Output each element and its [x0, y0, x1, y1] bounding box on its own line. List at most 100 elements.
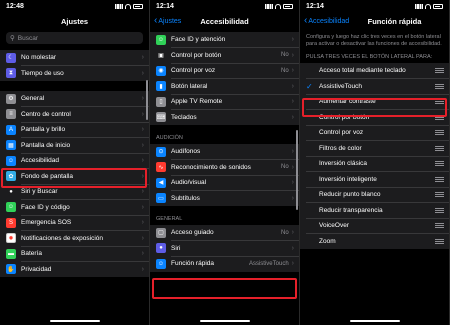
shortcut-option-label: Reducir transparencia: [319, 206, 383, 214]
chevron-right-icon: ›: [141, 188, 144, 196]
settings-row-label: Audífonos: [171, 148, 201, 156]
settings-row-label: Face ID y código: [21, 203, 70, 211]
reorder-handle-icon[interactable]: [435, 192, 444, 198]
settings-row[interactable]: ☺ Face ID y código ›: [0, 200, 149, 215]
settings-row-label: Notificaciones de exposición: [21, 234, 104, 242]
settings-row[interactable]: ☺ Face ID y atención ›: [150, 32, 299, 48]
settings-row-label: Accesibilidad: [21, 157, 59, 165]
settings-row[interactable]: A Pantalla y brillo ›: [0, 122, 149, 138]
settings-row[interactable]: ☺ Función rápida AssistiveTouch ›: [150, 256, 299, 272]
reorder-handle-icon[interactable]: [435, 207, 444, 213]
reorder-handle-icon[interactable]: [435, 161, 444, 167]
chevron-right-icon: ›: [291, 67, 294, 75]
shortcut-option-label: Zoom: [319, 237, 336, 245]
settings-row-value: No: [280, 229, 289, 236]
settings-row-label: Emergencia SOS: [21, 219, 72, 227]
wifi-icon: [125, 3, 131, 9]
chevron-left-icon: ‹: [304, 15, 308, 26]
settings-row[interactable]: ⚙ General ›: [0, 91, 149, 107]
description-text: Configura y luego haz clic tres veces en…: [306, 34, 442, 47]
voice-control-icon: ◉: [156, 65, 166, 76]
reorder-handle-icon[interactable]: [435, 145, 444, 151]
face-id-icon: ☺: [6, 202, 16, 213]
back-button[interactable]: ‹ Accesibilidad: [304, 15, 349, 26]
signal-icon: [415, 3, 423, 9]
settings-row[interactable]: ▭ Subtítulos ›: [150, 191, 299, 207]
shortcut-option[interactable]: Aumentar contraste: [300, 94, 449, 110]
ear-icon: ⊙: [156, 146, 166, 157]
signal-icon: [265, 3, 273, 9]
settings-row[interactable]: ✹ Notificaciones de exposición ›: [0, 231, 149, 246]
settings-row-label: Audio/visual: [171, 179, 207, 187]
nav-bar: Ajustes: [0, 12, 149, 30]
reorder-handle-icon[interactable]: [435, 238, 444, 244]
shortcut-option[interactable]: Filtros de color: [300, 141, 449, 156]
reorder-handle-icon[interactable]: [435, 130, 444, 136]
scrollbar[interactable]: [296, 130, 298, 210]
settings-row[interactable]: ▦ Pantalla de inicio ›: [0, 138, 149, 153]
settings-row[interactable]: ▣ Control por botón No ›: [150, 48, 299, 63]
home-indicator: [199, 319, 250, 322]
settings-row[interactable]: ☺ Accesibilidad ›: [0, 153, 149, 169]
home-indicator: [349, 319, 400, 322]
search-input[interactable]: ⚲ Buscar: [6, 32, 143, 44]
settings-row[interactable]: ⌨ Teclados ›: [150, 110, 299, 126]
wifi-icon: [425, 3, 431, 9]
status-bar: 12:14: [300, 0, 449, 12]
chevron-right-icon: ›: [141, 141, 144, 149]
page-title: Función rápida: [367, 16, 422, 26]
shortcut-option[interactable]: Control por voz: [300, 125, 449, 141]
back-label: Ajustes: [158, 17, 182, 25]
settings-row[interactable]: ⊙ Audífonos ›: [150, 144, 299, 160]
shortcut-option[interactable]: Reducir transparencia: [300, 203, 449, 218]
settings-row[interactable]: S Emergencia SOS ›: [0, 215, 149, 231]
siri-icon: ●: [6, 186, 16, 197]
chevron-right-icon: ›: [291, 244, 294, 252]
settings-row[interactable]: ✋ Privacidad ›: [0, 262, 149, 278]
flower-icon: ✿: [6, 171, 16, 182]
settings-row-label: Tiempo de uso: [21, 69, 64, 77]
grid-icon: ▦: [6, 140, 16, 151]
settings-row[interactable]: ✿ Fondo de pantalla ›: [0, 169, 149, 184]
settings-row[interactable]: ▢ Acceso guiado No ›: [150, 225, 299, 241]
shortcut-option[interactable]: Control por botón: [300, 110, 449, 125]
shortcut-option-label: VoiceOver: [319, 222, 349, 230]
scrollbar[interactable]: [146, 80, 148, 120]
back-button[interactable]: ‹ Ajustes: [154, 16, 182, 26]
shortcut-option[interactable]: Inversión clásica: [300, 156, 449, 172]
settings-row[interactable]: ● Siri y Buscar ›: [0, 184, 149, 200]
settings-row[interactable]: ☾ No molestar ›: [0, 50, 149, 66]
shortcut-option[interactable]: Acceso total mediante teclado: [300, 63, 449, 79]
remote-icon: ▯: [156, 96, 166, 107]
shortcut-option-label: Inversión clásica: [319, 160, 368, 168]
settings-row-label: Reconocimiento de sonidos: [171, 163, 251, 171]
settings-row[interactable]: ▮ Botón lateral ›: [150, 79, 299, 94]
settings-row[interactable]: ● Siri ›: [150, 241, 299, 256]
status-bar: 12:48: [0, 0, 149, 12]
switches-icon: ≡: [6, 109, 16, 120]
settings-row-label: Siri y Buscar: [21, 188, 58, 196]
settings-row[interactable]: ▬ Batería ›: [0, 246, 149, 262]
settings-row[interactable]: ◀ Audio/visual ›: [150, 175, 299, 191]
settings-row[interactable]: ⧗ Tiempo de uso ›: [0, 66, 149, 82]
settings-row[interactable]: ◉ Control por voz No ›: [150, 63, 299, 79]
shortcut-option[interactable]: Reducir punto blanco: [300, 187, 449, 203]
settings-row-label: Centro de control: [21, 110, 71, 118]
chevron-right-icon: ›: [141, 110, 144, 118]
reorder-handle-icon[interactable]: [435, 83, 444, 89]
shortcut-option[interactable]: Zoom: [300, 234, 449, 250]
settings-group-audio: ⊙ Audífonos › ∿ Reconocimiento de sonidos No ›…: [150, 144, 299, 206]
settings-panel: 12:48 Ajustes ⚲ Buscar ☾ No molestar › ⧗ Tie…: [0, 0, 150, 325]
shortcut-option[interactable]: VoiceOver: [300, 218, 449, 234]
moon-icon: ☾: [6, 52, 16, 63]
settings-row[interactable]: ▯ Apple TV Remote ›: [150, 94, 299, 110]
shortcut-option[interactable]: ✓ AssistiveTouch: [300, 79, 449, 94]
reorder-handle-icon[interactable]: [435, 114, 444, 120]
reorder-handle-icon[interactable]: [435, 223, 444, 229]
shortcut-option[interactable]: Inversión inteligente: [300, 172, 449, 187]
settings-row[interactable]: ≡ Centro de control ›: [0, 107, 149, 122]
reorder-handle-icon[interactable]: [435, 68, 444, 74]
reorder-handle-icon[interactable]: [435, 99, 444, 105]
reorder-handle-icon[interactable]: [435, 176, 444, 182]
settings-row[interactable]: ∿ Reconocimiento de sonidos No ›: [150, 160, 299, 175]
